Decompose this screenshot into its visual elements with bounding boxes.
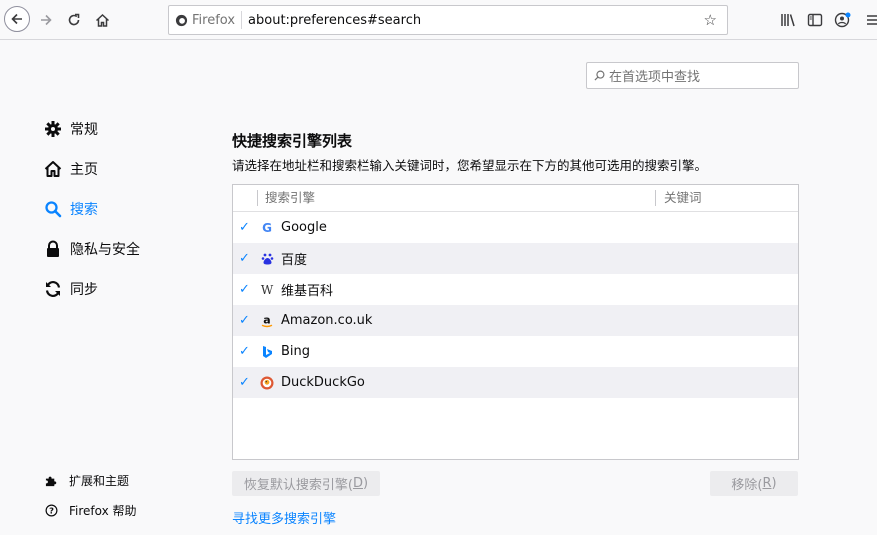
search-icon xyxy=(44,200,62,218)
bing-icon xyxy=(259,344,275,360)
duckduckgo-icon xyxy=(259,375,275,391)
engine-name: 维基百科 xyxy=(281,284,334,299)
home-button[interactable] xyxy=(90,8,114,32)
sidebar-button[interactable] xyxy=(807,8,823,32)
category-sync-label: 同步 xyxy=(70,282,98,298)
help-label: Firefox 帮助 xyxy=(69,504,137,518)
engine-row-google[interactable]: ✓ G Google xyxy=(233,212,798,243)
column-keyword[interactable]: 关键词 xyxy=(655,190,702,206)
engine-row-wikipedia[interactable]: ✓ W 维基百科 xyxy=(233,274,798,305)
remove-accesskey: R xyxy=(762,476,772,491)
arrow-right-icon xyxy=(41,14,52,26)
column-engine[interactable]: 搜索引擎 xyxy=(257,190,315,206)
home-icon xyxy=(95,13,109,27)
engine-list[interactable]: 搜索引擎 关键词 ✓ G Google ✓ 百度 ✓ W 维基百科 ✓ a Am… xyxy=(232,184,799,460)
back-button[interactable] xyxy=(4,6,30,32)
category-search[interactable]: 搜索 xyxy=(44,199,98,219)
checkbox-checked-icon[interactable]: ✓ xyxy=(239,375,253,390)
sidebar-icon xyxy=(807,13,823,27)
svg-text:?: ? xyxy=(49,505,54,515)
forward-button[interactable] xyxy=(34,8,58,32)
google-icon: G xyxy=(262,220,272,235)
checkbox-checked-icon[interactable]: ✓ xyxy=(239,282,253,297)
engine-name: Google xyxy=(281,220,327,235)
library-button[interactable] xyxy=(780,8,796,32)
restore-defaults-button[interactable]: 恢复默认搜索引擎(D) xyxy=(232,471,380,496)
engine-list-header: 搜索引擎 关键词 xyxy=(233,185,798,212)
hamburger-menu-icon xyxy=(867,15,877,25)
url-text: about:preferences#search xyxy=(248,12,422,28)
remove-label: 移除( xyxy=(731,478,763,493)
category-home-label: 主页 xyxy=(70,162,98,178)
remove-button[interactable]: 移除(R) xyxy=(710,471,798,496)
identity-label: Firefox xyxy=(192,12,236,28)
url-bar[interactable]: Firefox about:preferences#search ☆ xyxy=(168,5,728,35)
checkbox-checked-icon[interactable]: ✓ xyxy=(239,344,253,359)
engine-name: 百度 xyxy=(281,253,308,268)
help-icon: ? xyxy=(44,504,58,518)
home-icon xyxy=(44,160,62,178)
identity-box[interactable]: Firefox xyxy=(169,11,243,29)
wikipedia-icon: W xyxy=(260,282,274,297)
addons-link[interactable]: 扩展和主题 xyxy=(44,472,129,489)
lock-icon xyxy=(44,240,62,258)
library-icon xyxy=(781,14,795,27)
engine-row-duckduckgo[interactable]: ✓ DuckDuckGo xyxy=(233,367,798,398)
engine-row-bing[interactable]: ✓ Bing xyxy=(233,336,798,367)
restore-accesskey: D xyxy=(352,476,363,491)
help-link[interactable]: ? Firefox 帮助 xyxy=(44,502,137,519)
svg-text:a: a xyxy=(263,314,270,327)
addons-label: 扩展和主题 xyxy=(69,474,130,488)
category-privacy[interactable]: 隐私与安全 xyxy=(44,239,140,259)
menu-button[interactable] xyxy=(866,8,877,32)
baidu-icon xyxy=(259,251,275,267)
checkbox-checked-icon[interactable]: ✓ xyxy=(239,251,253,266)
sync-icon xyxy=(44,280,62,298)
navigation-toolbar: Firefox about:preferences#search ☆ xyxy=(0,0,877,40)
find-more-engines-link[interactable]: 寻找更多搜索引擎 xyxy=(232,508,336,527)
restore-label: 恢复默认搜索引擎( xyxy=(243,478,353,493)
checkbox-checked-icon[interactable]: ✓ xyxy=(239,220,253,235)
section-heading: 快捷搜索引擎列表 xyxy=(232,132,353,150)
category-privacy-label: 隐私与安全 xyxy=(70,242,140,258)
firefox-logo-icon xyxy=(175,14,188,26)
category-general-label: 常规 xyxy=(70,122,98,138)
arrow-left-icon xyxy=(11,13,22,25)
reload-button[interactable] xyxy=(62,8,86,32)
engine-row-amazon[interactable]: ✓ a Amazon.co.uk xyxy=(233,305,798,336)
bookmark-star-icon[interactable]: ☆ xyxy=(704,11,717,29)
engine-row-baidu[interactable]: ✓ 百度 xyxy=(233,243,798,274)
account-icon xyxy=(834,12,851,28)
amazon-icon: a xyxy=(259,313,275,329)
engine-name: DuckDuckGo xyxy=(281,375,365,390)
search-preferences-input[interactable]: 在首选项中查找 xyxy=(586,62,799,89)
remove-paren: ) xyxy=(771,476,777,491)
category-general[interactable]: 常规 xyxy=(44,119,98,139)
category-search-label: 搜索 xyxy=(70,202,98,218)
account-button[interactable] xyxy=(834,8,852,32)
search-placeholder: 在首选项中查找 xyxy=(609,70,701,85)
puzzle-icon xyxy=(44,474,58,488)
reload-icon xyxy=(68,13,80,26)
search-icon xyxy=(594,70,605,81)
engine-name: Bing xyxy=(281,344,311,359)
checkbox-checked-icon[interactable]: ✓ xyxy=(239,313,253,328)
category-home[interactable]: 主页 xyxy=(44,159,98,179)
section-description: 请选择在地址栏和搜索栏输入关键词时，您希望显示在下方的其他可选用的搜索引擎。 xyxy=(232,158,708,173)
engine-name: Amazon.co.uk xyxy=(281,313,373,328)
restore-paren: ) xyxy=(363,476,369,491)
gear-icon xyxy=(44,120,62,138)
category-sync[interactable]: 同步 xyxy=(44,279,98,299)
